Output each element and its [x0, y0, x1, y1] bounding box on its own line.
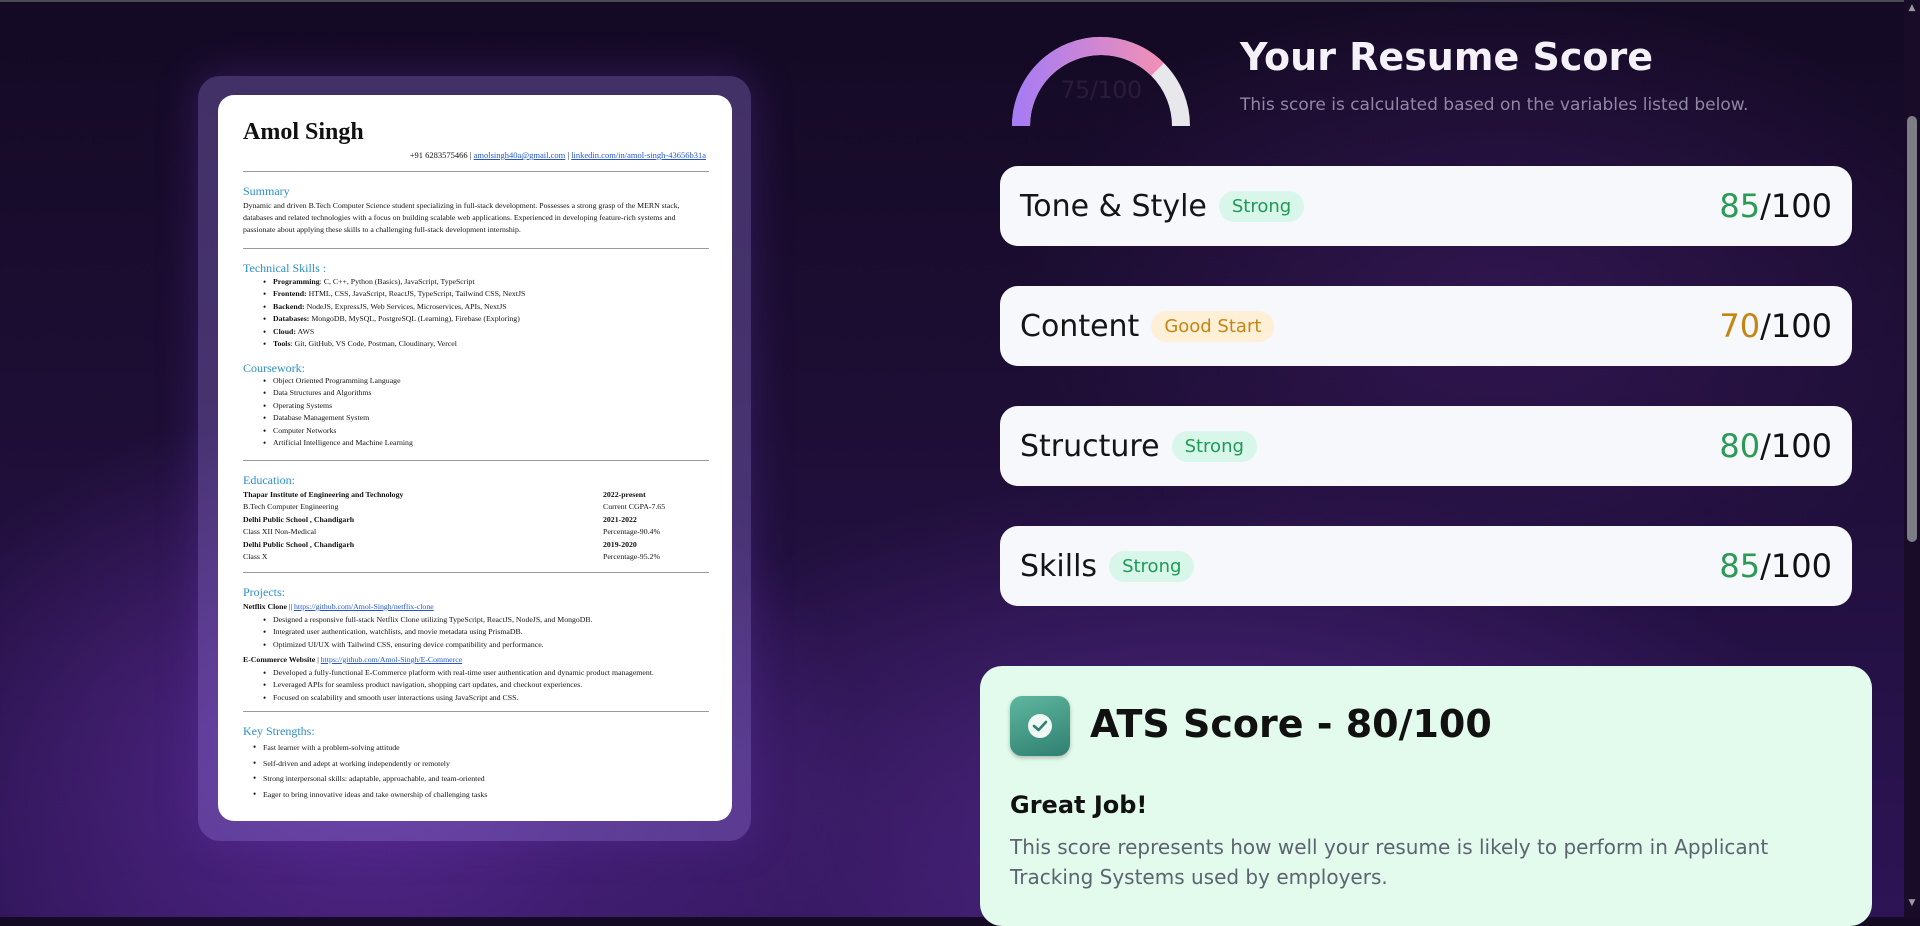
resume-divider	[243, 248, 709, 249]
page-title: Your Resume Score	[1240, 35, 1653, 79]
status-badge: Strong	[1218, 190, 1305, 222]
list-item: Frontend: HTML, CSS, JavaScript, ReactJS…	[263, 288, 713, 301]
list-item: Eager to bring innovative ideas and take…	[253, 787, 703, 803]
category-card-content: Content Good Start 70/100	[1000, 286, 1852, 366]
resume-skills-list: Programming: C, C++, Python (Basics), Ja…	[263, 276, 713, 351]
scrollbar-thumb[interactable]	[1907, 116, 1917, 542]
resume-projects-heading: Projects:	[243, 585, 285, 599]
category-name: Content	[1020, 308, 1140, 344]
list-item: Database Management System	[263, 412, 713, 425]
project-points: Designed a responsive full-stack Netflix…	[263, 614, 713, 652]
resume-email-link[interactable]: amolsingh40a@gmail.com	[474, 150, 566, 160]
resume-divider	[243, 711, 709, 712]
resume-summary-text: Dynamic and driven B.Tech Computer Scien…	[243, 201, 680, 234]
list-item: Integrated user authentication, watchlis…	[263, 626, 713, 639]
category-score: 85/100	[1719, 547, 1832, 585]
education-row: Delhi Public School , Chandigarh 2021-202…	[243, 514, 637, 524]
category-name: Tone & Style	[1020, 188, 1207, 224]
category-name: Structure	[1020, 428, 1160, 464]
category-card-tone-style: Tone & Style Strong 85/100	[1000, 166, 1852, 246]
scroll-down-arrow-icon[interactable]: ▼	[1905, 898, 1919, 908]
ats-score-title: ATS Score - 80/100	[1090, 702, 1492, 746]
education-row: Class X Percentage-95.2%	[243, 552, 660, 562]
category-name: Skills	[1020, 548, 1098, 584]
resume-strengths-heading: Key Strengths:	[243, 724, 315, 738]
list-item: Cloud: AWS	[263, 326, 713, 339]
list-item: Self-driven and adept at working indepen…	[253, 756, 703, 772]
list-item: Strong interpersonal skills: adaptable, …	[253, 771, 703, 787]
category-score: 70/100	[1719, 307, 1832, 345]
project-link[interactable]: https://github.com/Amol-Singh/E-Commerce	[321, 655, 462, 664]
status-badge: Strong	[1109, 550, 1195, 582]
list-item: Object Oriented Programming Language	[263, 375, 713, 388]
project-header: E-Commerce Website | https://github.com/…	[243, 655, 463, 664]
project-name: Netflix Clone	[243, 602, 287, 611]
category-card-skills: Skills Strong 85/100	[1000, 526, 1852, 606]
resume-strengths-list: Fast learner with a problem-solving atti…	[253, 740, 703, 803]
list-item: Programming: C, C++, Python (Basics), Ja…	[263, 276, 713, 289]
project-header: Netflix Clone || https://github.com/Amol…	[243, 602, 434, 611]
resume-coursework-list: Object Oriented Programming Language Dat…	[263, 375, 713, 450]
window-top-border	[0, 0, 1920, 2]
project-link[interactable]: https://github.com/Amol-Singh/netflix-cl…	[294, 602, 434, 611]
resume-education-heading: Education:	[243, 473, 295, 487]
ats-verdict: Great Job!	[1010, 791, 1148, 819]
category-score: 80/100	[1719, 427, 1832, 465]
project-points: Developed a fully-functional E-Commerce …	[263, 667, 713, 705]
resume-divider	[243, 572, 709, 573]
education-row: Delhi Public School , Chandigarh 2019-202…	[243, 539, 637, 549]
gauge-score-text: 75/100	[1060, 76, 1142, 104]
education-row: B.Tech Computer Engineering Current CGPA-…	[243, 502, 666, 512]
list-item: Tools: Git, GitHub, VS Code, Postman, Cl…	[263, 338, 713, 351]
list-item: Data Structures and Algorithms	[263, 387, 713, 400]
resume-education-table: Thapar Institute of Engineering and Tech…	[243, 489, 709, 563]
resume-contact: +91 6283575466 | amolsingh40a@gmail.com …	[410, 150, 706, 160]
list-item: Artificial Intelligence and Machine Lear…	[263, 437, 713, 450]
category-card-structure: Structure Strong 80/100	[1000, 406, 1852, 486]
resume-divider	[243, 460, 709, 461]
page-subtitle: This score is calculated based on the va…	[1240, 95, 1749, 115]
list-item: Leveraged APIs for seamless product navi…	[263, 679, 713, 692]
scroll-up-arrow-icon[interactable]: ▲	[1905, 3, 1919, 13]
resume-linkedin-link[interactable]: linkedin.com/in/amol-singh-43656b31a	[571, 150, 706, 160]
list-item: Optimized UI/UX with Tailwind CSS, ensur…	[263, 639, 713, 652]
resume-coursework-heading: Coursework:	[243, 361, 305, 375]
list-item: Focused on scalability and smooth user i…	[263, 692, 713, 705]
project-name: E-Commerce Website	[243, 655, 316, 664]
resume-phone: +91 6283575466 |	[409, 150, 474, 160]
resume-preview[interactable]: Amol Singh +91 6283575466 | amolsingh40a…	[218, 95, 732, 821]
list-item: Developed a fully-functional E-Commerce …	[263, 667, 713, 680]
resume-name: Amol Singh	[243, 119, 364, 145]
ats-description: This score represents how well your resu…	[1010, 835, 1769, 889]
list-item: Backend: NodeJS, ExpressJS, Web Services…	[263, 301, 713, 314]
check-badge-icon	[1010, 696, 1070, 756]
education-row: Thapar Institute of Engineering and Tech…	[243, 490, 646, 499]
list-item: Fast learner with a problem-solving atti…	[253, 740, 703, 756]
list-item: Operating Systems	[263, 400, 713, 413]
list-item: Designed a responsive full-stack Netflix…	[263, 614, 713, 627]
status-badge: Good Start	[1151, 310, 1275, 342]
resume-summary-heading: Summary	[243, 184, 290, 198]
list-item: Computer Networks	[263, 425, 713, 438]
resume-skills-heading: Technical Skills :	[243, 261, 327, 275]
education-row: Class XII Non-Medical Percentage-90.4%	[243, 527, 660, 537]
category-score: 85/100	[1719, 187, 1832, 225]
resume-divider	[243, 171, 709, 172]
list-item: Databases: MongoDB, MySQL, PostgreSQL (L…	[263, 313, 713, 326]
status-badge: Strong	[1171, 430, 1257, 462]
